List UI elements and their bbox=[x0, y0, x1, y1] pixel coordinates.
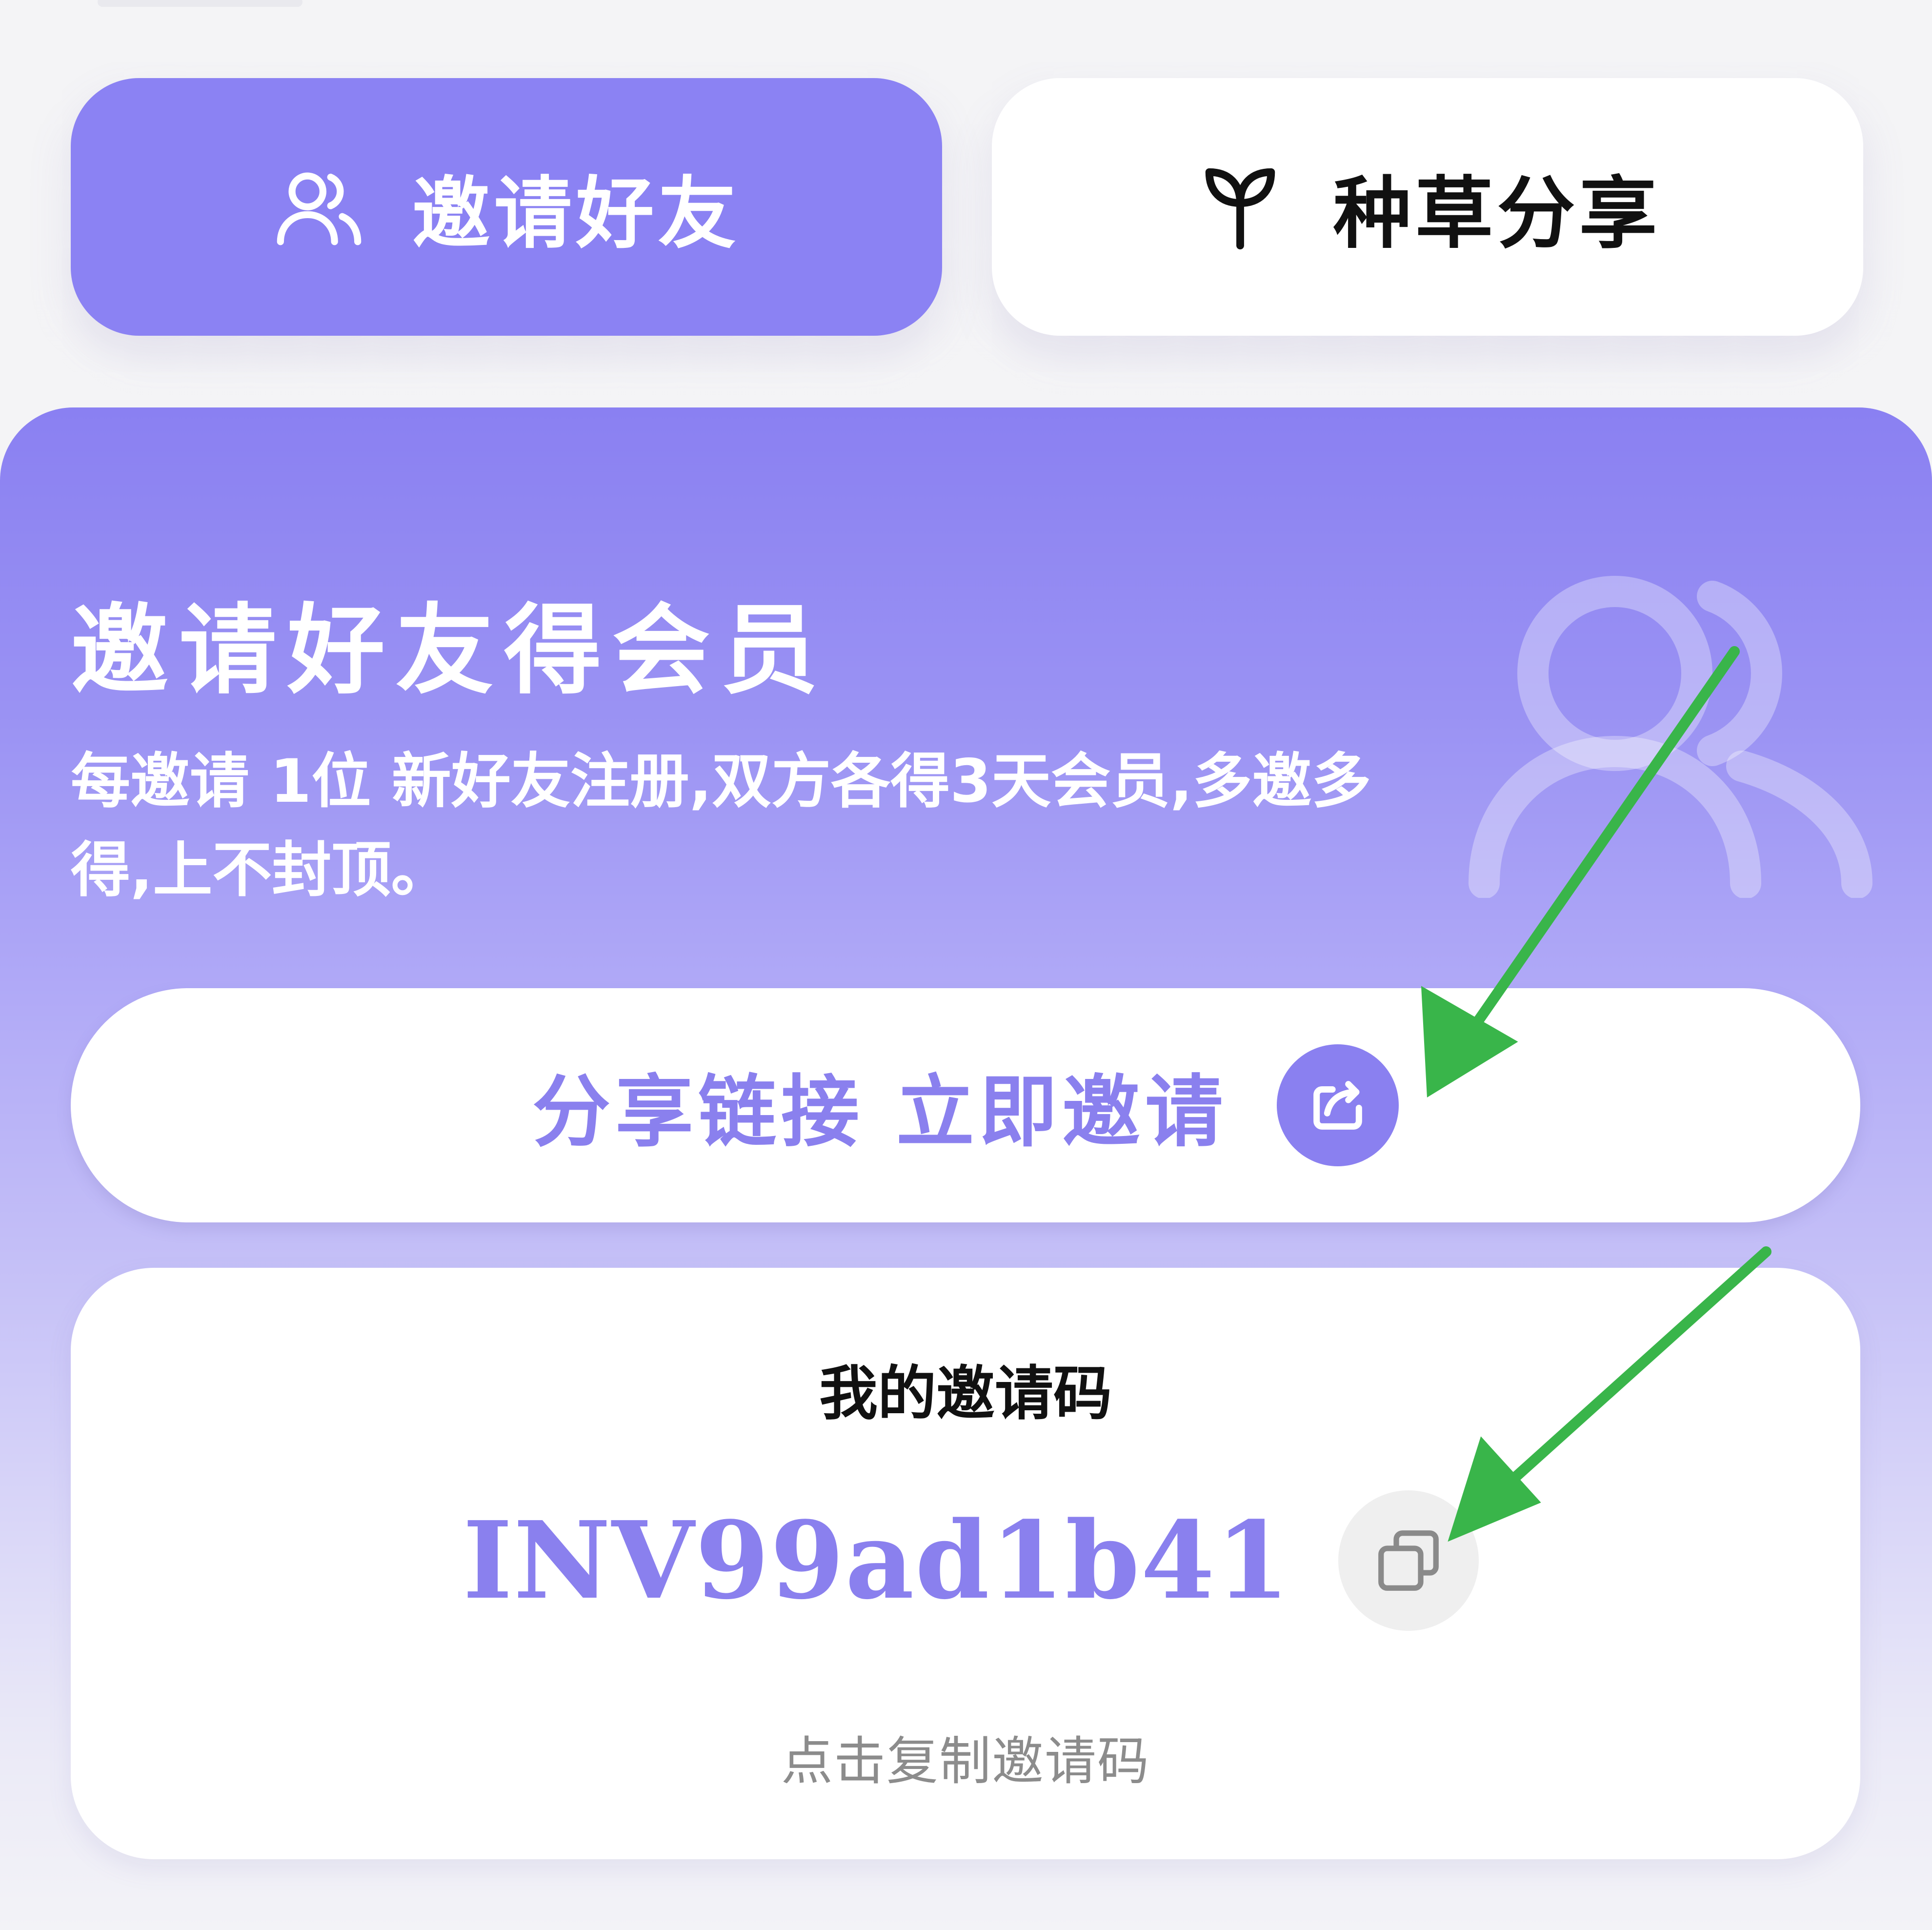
hero-title: 邀请好友得会员 bbox=[71, 593, 829, 708]
copy-button[interactable] bbox=[1338, 1490, 1479, 1631]
tab-invite-label: 邀请好友 bbox=[412, 168, 740, 259]
tab-invite-friends[interactable]: 邀请好友 bbox=[71, 78, 942, 336]
invite-code-row: INV99ad1b41 bbox=[71, 1490, 1860, 1631]
share-icon bbox=[1276, 1044, 1399, 1166]
sprout-icon bbox=[1194, 161, 1287, 253]
copy-hint: 点击复制邀请码 bbox=[781, 1731, 1150, 1791]
tab-share-label: 种草分享 bbox=[1333, 168, 1661, 259]
top-scroll-sliver bbox=[98, 0, 302, 7]
copy-icon bbox=[1378, 1530, 1439, 1591]
share-link-button[interactable]: 分享链接 立即邀请 bbox=[71, 988, 1860, 1222]
hero-description: 每邀请 1位 新好友注册,双方各得3天会员,多邀多得,上不封顶。 bbox=[71, 747, 1371, 905]
invite-code-card: 我的邀请码 INV99ad1b41 点击复制邀请码 bbox=[71, 1268, 1860, 1859]
invite-code-title: 我的邀请码 bbox=[819, 1360, 1112, 1428]
users-icon bbox=[1469, 576, 1873, 899]
invite-code-value[interactable]: INV99ad1b41 bbox=[463, 1498, 1291, 1623]
users-icon bbox=[273, 161, 365, 253]
share-link-label: 分享链接 立即邀请 bbox=[532, 1066, 1228, 1158]
tab-share[interactable]: 种草分享 bbox=[992, 78, 1863, 336]
